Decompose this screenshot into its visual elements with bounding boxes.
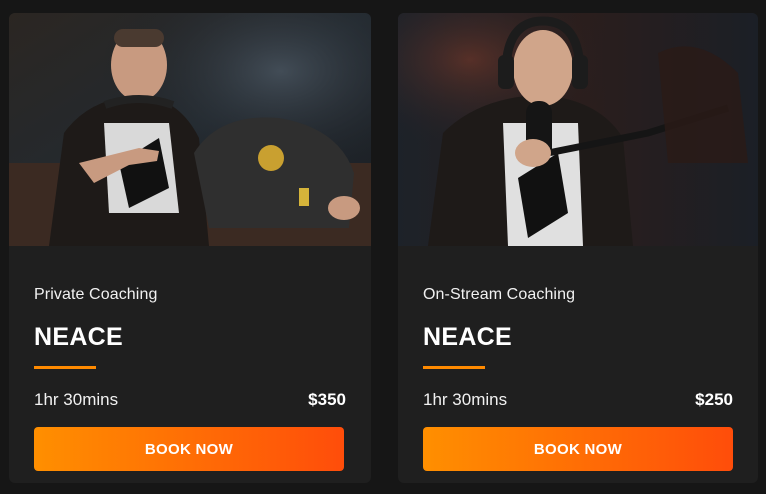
session-duration: 1hr 30mins (423, 390, 508, 409)
coaching-type: Private Coaching (34, 286, 158, 303)
session-duration: 1hr 30mins (34, 390, 119, 409)
coach-photo (398, 13, 758, 246)
session-price: $250 (695, 390, 733, 409)
session-price: $350 (308, 390, 346, 409)
book-now-button[interactable]: BOOK NOW (34, 427, 344, 471)
accent-divider (34, 366, 96, 369)
book-now-button[interactable]: BOOK NOW (423, 427, 733, 471)
coach-photo (9, 13, 371, 246)
coaching-type: On-Stream Coaching (423, 286, 576, 303)
coach-name: NEACE (423, 323, 513, 351)
coaching-card-on-stream[interactable]: On-Stream Coaching NEACE 1hr 30mins $250… (398, 13, 758, 483)
accent-divider (423, 366, 485, 369)
coach-name: NEACE (34, 323, 124, 351)
coaching-card-private[interactable]: Private Coaching NEACE 1hr 30mins $350 B… (9, 13, 371, 483)
